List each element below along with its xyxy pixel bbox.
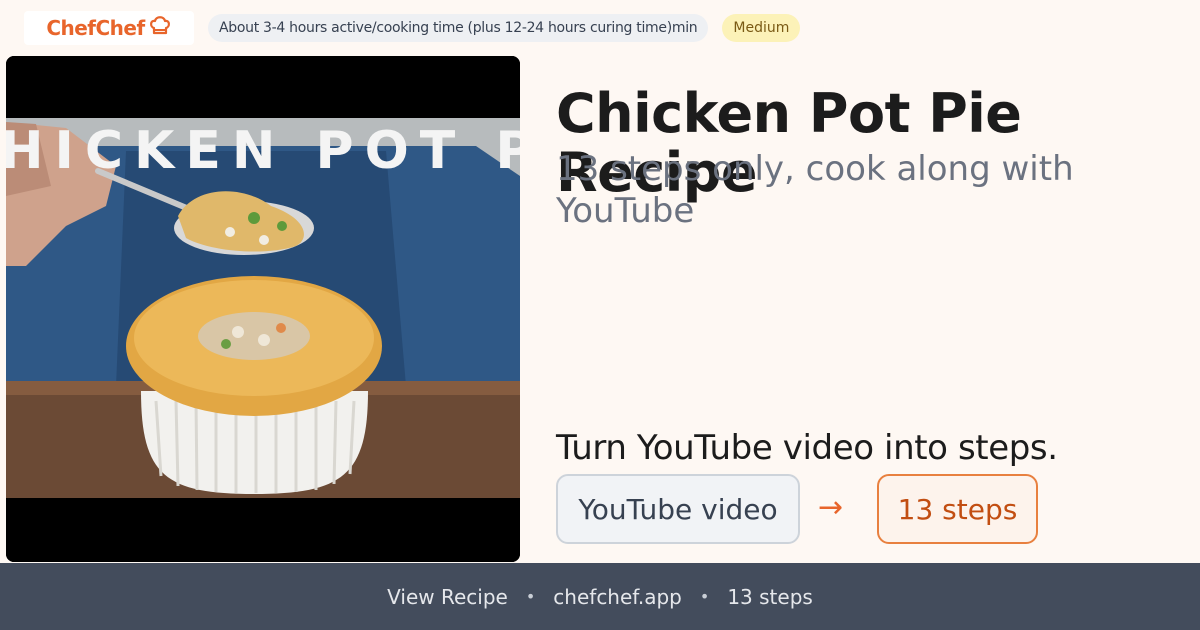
footer-bar: View Recipe • chefchef.app • 13 steps	[0, 563, 1200, 630]
steps-count: 13 steps	[727, 584, 813, 609]
logo-text: ChefChef	[46, 16, 145, 40]
steps-button[interactable]: 13 steps	[877, 474, 1038, 544]
video-overlay-text: HICKEN POT PI	[6, 121, 520, 181]
video-thumbnail[interactable]: HICKEN POT PI	[6, 56, 520, 562]
recipe-subtitle: 13 steps only, cook along with YouTube	[556, 149, 1074, 232]
chefchef-logo[interactable]: ChefChef	[24, 11, 194, 45]
chef-hat-icon	[148, 14, 172, 42]
convert-heading: Turn YouTube video into steps.	[556, 428, 1058, 468]
separator-dot: •	[525, 587, 536, 606]
view-recipe-link[interactable]: View Recipe	[387, 585, 508, 609]
youtube-video-button[interactable]: YouTube video	[556, 474, 800, 544]
top-bar: ChefChef About 3-4 hours active/cooking …	[24, 10, 801, 46]
arrow-right-icon: →	[818, 490, 844, 525]
domain-text: chefchef.app	[553, 584, 682, 609]
difficulty-badge: Medium	[722, 14, 801, 42]
cooking-time-badge: About 3-4 hours active/cooking time (plu…	[208, 14, 709, 42]
separator-dot: •	[699, 587, 710, 606]
